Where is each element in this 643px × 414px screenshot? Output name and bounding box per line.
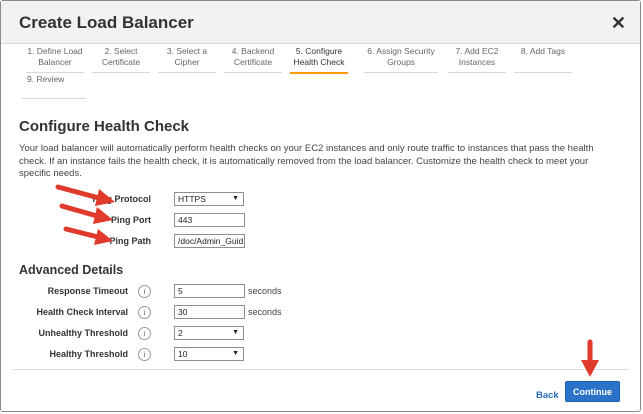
ping-path-input[interactable]: /doc/Admin_Guid (174, 234, 245, 248)
step-add-ec2-instances[interactable]: 7. Add EC2 Instances (445, 46, 509, 73)
section-description: Your load balancer will automatically pe… (19, 143, 594, 179)
step-label: 3. Select a Cipher (166, 46, 208, 67)
dialog-title: Create Load Balancer (19, 13, 194, 32)
step-label: 1. Define Load Balancer (27, 46, 83, 67)
unhealthy-threshold-value: 2 (178, 328, 183, 338)
health-check-interval-label: Health Check Interval (36, 307, 128, 317)
active-step-underline (290, 72, 348, 74)
step-select-certificate[interactable]: 2. Select Certificate (89, 46, 153, 73)
info-icon[interactable]: i (138, 285, 151, 298)
response-timeout-unit: seconds (248, 286, 282, 296)
step-label: 9. Review (27, 74, 65, 84)
step-underline (26, 72, 84, 73)
footer-divider (13, 369, 628, 370)
ping-port-input[interactable]: 443 (174, 213, 245, 227)
step-label: 6. Assign Security Groups (367, 46, 435, 67)
step-label: 7. Add EC2 Instances (455, 46, 499, 67)
healthy-threshold-value: 10 (178, 349, 188, 359)
step-underline (158, 72, 216, 73)
back-button[interactable]: Back (536, 390, 559, 401)
response-timeout-input[interactable]: 5 (174, 284, 245, 298)
unhealthy-threshold-label: Unhealthy Threshold (38, 328, 128, 338)
step-configure-health-check[interactable]: 5. Configure Health Check (287, 46, 351, 74)
step-add-tags[interactable]: 8. Add Tags (511, 46, 575, 73)
red-arrow-annotation (63, 226, 113, 245)
healthy-threshold-select[interactable]: 10 ▼ (174, 347, 244, 361)
step-underline (364, 72, 438, 73)
step-underline (224, 72, 282, 73)
advanced-details-title: Advanced Details (19, 263, 124, 277)
info-icon[interactable]: i (138, 348, 151, 361)
step-label: 8. Add Tags (520, 46, 566, 56)
step-backend-certificate[interactable]: 4. Backend Certificate (221, 46, 285, 73)
response-timeout-label: Response Timeout (47, 286, 128, 296)
close-icon[interactable]: ✕ (611, 13, 626, 34)
healthy-threshold-label: Healthy Threshold (49, 349, 128, 359)
step-underline (22, 98, 86, 99)
step-review[interactable]: 9. Review (19, 74, 89, 99)
step-define-load-balancer[interactable]: 1. Define Load Balancer (23, 46, 87, 73)
step-underline (448, 72, 506, 73)
step-label: 4. Backend Certificate (231, 46, 275, 67)
red-arrow-annotation (59, 203, 113, 224)
section-title: Configure Health Check (19, 118, 190, 135)
ping-protocol-value: HTTPS (178, 194, 206, 204)
step-label: 2. Select Certificate (101, 46, 141, 67)
info-icon[interactable]: i (138, 306, 151, 319)
unhealthy-threshold-select[interactable]: 2 ▼ (174, 326, 244, 340)
chevron-down-icon: ▼ (232, 350, 239, 357)
chevron-down-icon: ▼ (232, 329, 239, 336)
continue-button[interactable]: Continue (565, 381, 620, 402)
info-icon[interactable]: i (138, 327, 151, 340)
health-check-interval-unit: seconds (248, 307, 282, 317)
step-underline (514, 72, 572, 73)
dialog-header: Create Load Balancer ✕ (1, 1, 640, 44)
ping-protocol-select[interactable]: HTTPS ▼ (174, 192, 244, 206)
step-assign-security-groups[interactable]: 6. Assign Security Groups (361, 46, 441, 73)
step-underline (92, 72, 150, 73)
step-label: 5. Configure Health Check (293, 46, 345, 67)
red-arrow-annotation (581, 339, 599, 377)
step-select-cipher[interactable]: 3. Select a Cipher (155, 46, 219, 73)
chevron-down-icon: ▼ (232, 195, 239, 202)
create-load-balancer-dialog: Create Load Balancer ✕ 1. Define Load Ba… (0, 0, 641, 412)
health-check-interval-input[interactable]: 30 (174, 305, 245, 319)
